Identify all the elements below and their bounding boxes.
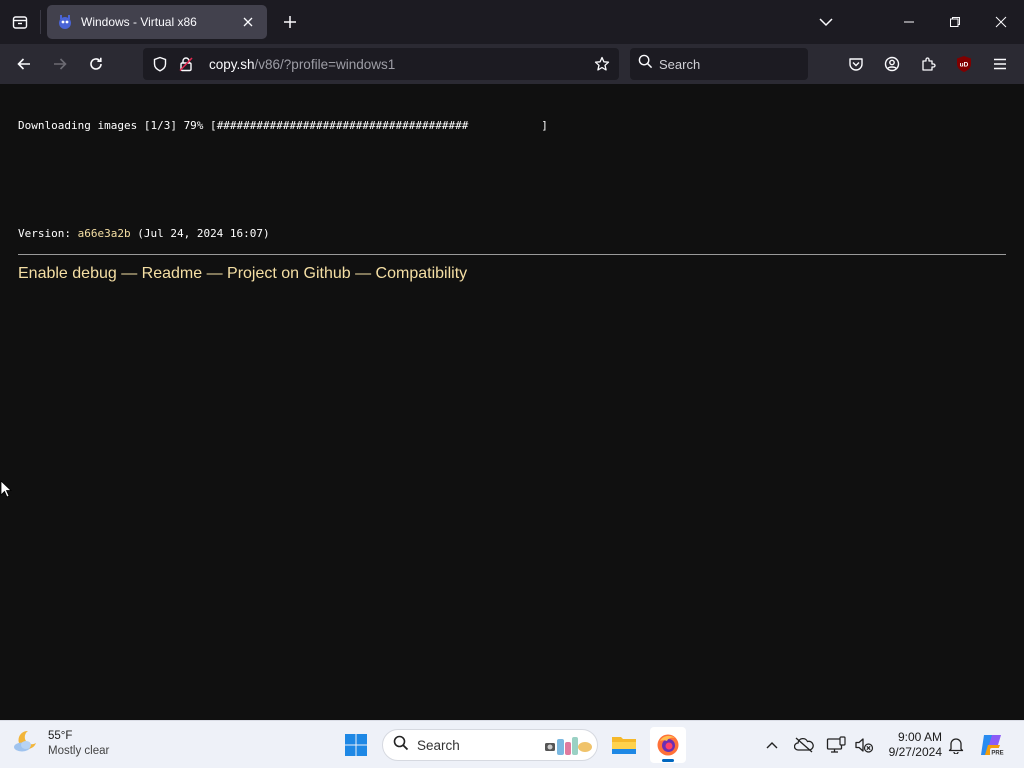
search-highlight-art-icon: [543, 733, 593, 764]
file-explorer-icon[interactable]: [606, 727, 642, 763]
navigation-toolbar: copy.sh/v86/?profile=windows1 Search uD: [0, 44, 1024, 84]
enable-debug-link[interactable]: Enable debug: [18, 265, 117, 282]
system-clock[interactable]: 9:00 AM 9/27/2024: [880, 730, 942, 760]
version-hash-link[interactable]: a66e3a2b: [78, 227, 131, 240]
github-link[interactable]: Project on Github: [227, 265, 351, 282]
taskbar-search[interactable]: Search: [382, 729, 598, 761]
active-app-indicator: [662, 759, 674, 762]
onedrive-offline-cloud-icon[interactable]: [792, 733, 816, 757]
download-progress-line: Downloading images [1/3] 79% [##########…: [18, 119, 548, 132]
extensions-puzzle-icon[interactable]: [914, 50, 942, 78]
weather-widget[interactable]: 55°F Mostly clear: [12, 727, 109, 760]
tab-separator: [40, 10, 41, 34]
account-icon[interactable]: [878, 50, 906, 78]
link-separator: —: [350, 265, 376, 282]
search-icon: [393, 735, 409, 756]
menu-hamburger-icon[interactable]: [986, 50, 1014, 78]
new-tab-icon[interactable]: [278, 10, 302, 34]
restore-icon[interactable]: [932, 0, 978, 44]
weather-condition: Mostly clear: [48, 744, 110, 757]
ublock-badge-text: uD: [960, 62, 969, 69]
minimize-icon[interactable]: [886, 0, 932, 44]
tab-title: Windows - Virtual x86: [81, 15, 197, 29]
copilot-badge-text: PRE: [991, 750, 1003, 756]
start-windows-icon[interactable]: [340, 729, 372, 761]
notification-bell-icon[interactable]: [944, 733, 968, 757]
version-date: (Jul 24, 2024 16:07): [130, 227, 270, 240]
v86-favicon-icon: [57, 14, 73, 30]
moon-cloud-weather-icon: [12, 727, 40, 760]
search-placeholder: Search: [659, 56, 701, 72]
divider: [18, 254, 1006, 255]
screen: Windows - Virtual x86 copy.sh/v86/?profi…: [0, 0, 1024, 768]
firefox-view-icon[interactable]: [6, 8, 34, 36]
insecure-lock-icon[interactable]: [173, 48, 199, 80]
clock-time: 9:00 AM: [897, 730, 942, 744]
tab-close-icon[interactable]: [239, 13, 257, 31]
taskbar-search-placeholder: Search: [417, 737, 460, 753]
volume-muted-speaker-icon[interactable]: [852, 733, 876, 757]
version-prefix: Version:: [18, 227, 78, 240]
display-network-icon[interactable]: [824, 733, 848, 757]
search-field[interactable]: Search: [630, 48, 808, 80]
back-icon[interactable]: [10, 50, 38, 78]
progress-bar-filled: ######################################: [216, 119, 469, 132]
forward-icon[interactable]: [46, 50, 74, 78]
tracking-protection-shield-icon[interactable]: [147, 48, 173, 80]
weather-temperature: 55°F: [48, 729, 73, 742]
tab-strip: Windows - Virtual x86: [0, 0, 1024, 44]
taskbar: 55°F Mostly clear Search 9:00 AM 9/27/20…: [0, 720, 1024, 768]
close-window-icon[interactable]: [978, 0, 1024, 44]
readme-link[interactable]: Readme: [142, 265, 202, 282]
list-all-tabs-icon[interactable]: [814, 10, 838, 34]
url-path: /v86/?profile=windows1: [254, 56, 396, 72]
ublock-origin-icon[interactable]: uD: [950, 50, 978, 78]
download-label: Downloading images [1/3] 79% [: [18, 119, 217, 132]
version-line: Version: a66e3a2b (Jul 24, 2024 16:07): [18, 227, 270, 240]
clock-date: 9/27/2024: [888, 745, 942, 759]
pocket-icon[interactable]: [842, 50, 870, 78]
compatibility-link[interactable]: Compatibility: [376, 265, 468, 282]
show-hidden-icons-chevron-up-icon[interactable]: [760, 733, 784, 757]
progress-bar-empty: [468, 119, 541, 132]
link-separator: —: [202, 265, 228, 282]
link-separator: —: [116, 265, 142, 282]
footer-links: Enable debug — Readme — Project on Githu…: [18, 265, 467, 283]
mouse-pointer-icon: [0, 480, 13, 503]
bookmark-star-icon[interactable]: [589, 48, 615, 80]
search-icon: [638, 54, 653, 74]
copilot-icon[interactable]: PRE: [978, 731, 1006, 759]
tab-active[interactable]: Windows - Virtual x86: [47, 5, 267, 39]
url-host: copy.sh: [209, 56, 255, 72]
firefox-taskbar-icon[interactable]: [650, 727, 686, 763]
reload-icon[interactable]: [82, 50, 110, 78]
page-content: Downloading images [1/3] 79% [##########…: [0, 84, 1024, 720]
url-bar[interactable]: copy.sh/v86/?profile=windows1: [143, 48, 619, 80]
url-text: copy.sh/v86/?profile=windows1: [209, 57, 395, 72]
progress-bar-close: ]: [541, 119, 548, 132]
